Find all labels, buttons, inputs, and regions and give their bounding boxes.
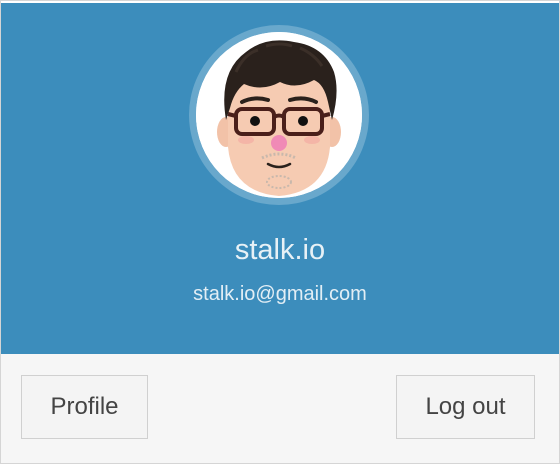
user-header: stalk.io stalk.io@gmail.com: [1, 3, 559, 354]
avatar: [196, 32, 362, 198]
user-email: stalk.io@gmail.com: [193, 283, 367, 305]
avatar-face-icon: [196, 32, 362, 198]
user-name: stalk.io: [234, 234, 326, 266]
user-menu-card: stalk.io stalk.io@gmail.com Profile Log …: [0, 0, 560, 464]
profile-button[interactable]: Profile: [21, 375, 148, 439]
logout-button[interactable]: Log out: [396, 375, 535, 439]
user-footer: Profile Log out: [1, 354, 559, 463]
